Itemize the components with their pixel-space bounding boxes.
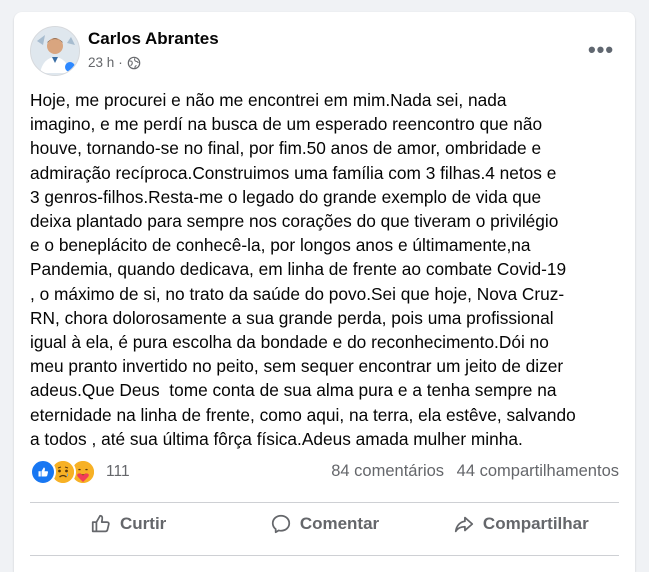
thumbs-up-icon xyxy=(91,514,110,533)
avatar[interactable] xyxy=(30,26,80,76)
post-text: Hoje, me procurei e não me encontrei em … xyxy=(30,90,576,449)
engagement-counts: 84 comentários 44 compartilhamentos xyxy=(331,462,619,481)
like-reaction-icon xyxy=(30,459,56,485)
share-label: Compartilhar xyxy=(482,514,589,533)
post-stats: 111 84 comentários 44 compartilhamentos xyxy=(30,459,619,486)
reactions-summary[interactable]: 111 xyxy=(30,459,130,485)
post-meta: 23 h · xyxy=(88,55,141,70)
divider xyxy=(30,502,619,503)
reaction-count: 111 xyxy=(106,463,130,480)
post-header: Carlos Abrantes 23 h · ••• xyxy=(30,26,619,76)
post-actions: Curtir Comentar Compartilhar xyxy=(30,506,619,542)
more-options-button[interactable]: ••• xyxy=(583,32,619,68)
more-options-icon: ••• xyxy=(587,37,615,62)
share-button[interactable]: Compartilhar xyxy=(423,506,619,542)
comment-icon xyxy=(271,514,290,534)
comment-label: Comentar xyxy=(299,514,380,533)
like-label: Curtir xyxy=(120,514,167,533)
share-icon xyxy=(454,516,474,533)
comment-button[interactable]: Comentar xyxy=(226,506,422,542)
meta-separator: · xyxy=(118,55,123,70)
author-name[interactable]: Carlos Abrantes xyxy=(88,29,219,49)
globe-icon[interactable] xyxy=(127,56,141,70)
like-button[interactable]: Curtir xyxy=(30,506,226,542)
divider-bottom xyxy=(30,555,619,556)
post-timestamp[interactable]: 23 h xyxy=(88,55,114,70)
comments-count-link[interactable]: 84 comentários xyxy=(331,462,444,480)
post-card: Carlos Abrantes 23 h · ••• Hoje, me proc… xyxy=(14,12,635,572)
avatar-photo-icon xyxy=(31,27,79,75)
shares-count-link[interactable]: 44 compartilhamentos xyxy=(457,462,619,480)
